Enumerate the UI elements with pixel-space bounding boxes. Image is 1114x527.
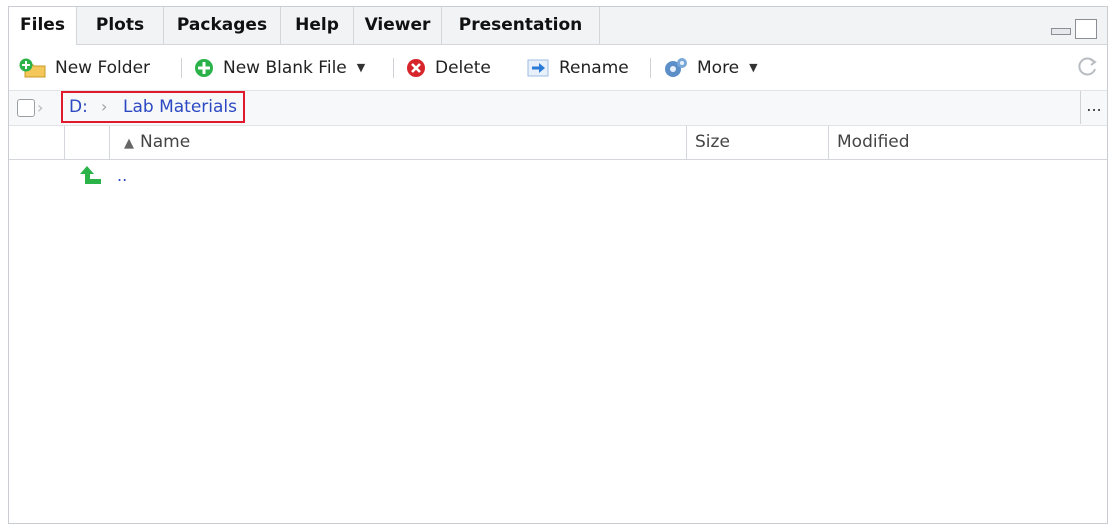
tab-presentation[interactable]: Presentation bbox=[442, 7, 600, 44]
tab-packages[interactable]: Packages bbox=[164, 7, 281, 44]
toolbar-divider bbox=[650, 58, 651, 78]
maximize-pane-icon[interactable] bbox=[1075, 19, 1097, 39]
tab-files[interactable]: Files bbox=[9, 7, 77, 45]
chevron-right-icon: › bbox=[101, 97, 108, 116]
header-size[interactable]: Size bbox=[687, 126, 829, 159]
minimize-pane-icon[interactable] bbox=[1051, 28, 1071, 35]
more-label: More bbox=[697, 57, 740, 78]
header-name-label: Name bbox=[140, 132, 191, 152]
files-toolbar: New Folder New Blank File ▼ Delete Renam… bbox=[9, 45, 1107, 91]
select-all-checkbox[interactable] bbox=[17, 99, 35, 117]
window-controls bbox=[1039, 19, 1099, 39]
files-pane: Files Plots Packages Help Viewer Present… bbox=[8, 6, 1108, 524]
rename-icon bbox=[527, 59, 549, 76]
rename-label: Rename bbox=[559, 57, 629, 78]
new-folder-label: New Folder bbox=[55, 57, 151, 78]
tab-plots[interactable]: Plots bbox=[77, 7, 164, 44]
parent-directory-icon bbox=[80, 166, 101, 184]
new-blank-file-label: New Blank File bbox=[223, 57, 347, 78]
breadcrumb-bar: › D: › Lab Materials ... bbox=[9, 91, 1107, 126]
sort-ascending-icon: ▲ bbox=[124, 136, 134, 151]
new-folder-button[interactable]: New Folder bbox=[19, 45, 150, 90]
header-checkbox-column bbox=[9, 126, 65, 159]
tab-bar: Files Plots Packages Help Viewer Present… bbox=[9, 7, 1107, 45]
rename-button[interactable]: Rename bbox=[525, 45, 629, 90]
gear-icon bbox=[665, 57, 687, 77]
toolbar-divider bbox=[393, 58, 394, 78]
header-icon-column bbox=[65, 126, 110, 159]
more-button[interactable]: More ▼ bbox=[663, 45, 758, 90]
go-to-directory-button[interactable]: ... bbox=[1080, 91, 1107, 124]
delete-label: Delete bbox=[435, 57, 491, 78]
breadcrumb-item-drive[interactable]: D: bbox=[69, 97, 88, 117]
refresh-icon[interactable] bbox=[1077, 56, 1099, 78]
row-name[interactable]: .. bbox=[117, 166, 127, 185]
chevron-down-icon: ▼ bbox=[356, 61, 366, 74]
delete-x-icon bbox=[407, 58, 425, 77]
tab-viewer[interactable]: Viewer bbox=[354, 7, 442, 44]
header-name[interactable]: ▲ Name bbox=[110, 126, 687, 159]
file-list-header: ▲ Name Size Modified bbox=[9, 126, 1107, 160]
new-blank-file-button[interactable]: New Blank File ▼ bbox=[193, 45, 365, 90]
add-circle-icon bbox=[195, 58, 213, 77]
breadcrumb-item-lab-materials[interactable]: Lab Materials bbox=[123, 97, 237, 117]
header-modified[interactable]: Modified bbox=[829, 126, 1109, 159]
delete-button[interactable]: Delete bbox=[405, 45, 491, 90]
table-row[interactable]: .. bbox=[9, 160, 1107, 196]
tab-help[interactable]: Help bbox=[281, 7, 354, 44]
new-folder-icon bbox=[19, 58, 46, 77]
toolbar-divider bbox=[181, 58, 182, 78]
chevron-right-icon: › bbox=[37, 98, 44, 117]
chevron-down-icon: ▼ bbox=[749, 61, 758, 74]
